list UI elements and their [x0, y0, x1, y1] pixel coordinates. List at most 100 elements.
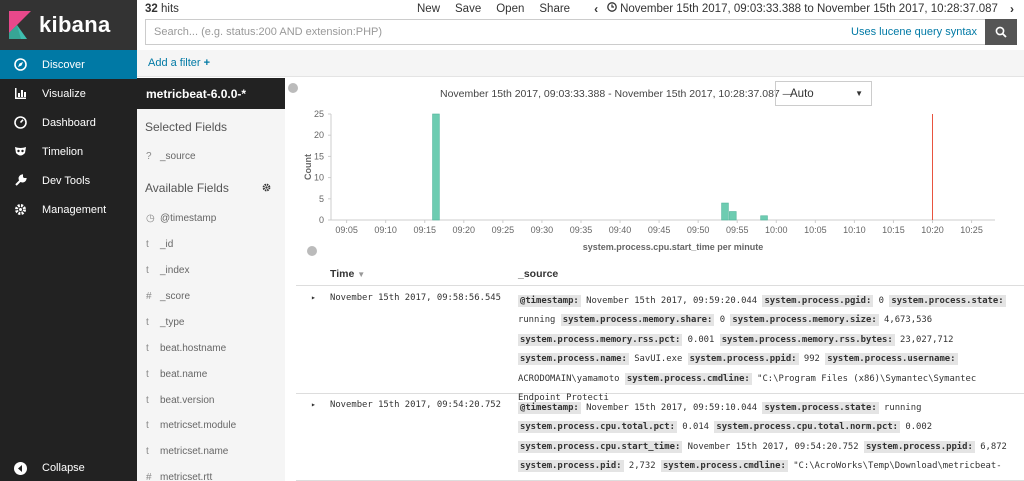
add-filter-link[interactable]: Add a filter: [148, 57, 201, 69]
field-type-icon: t: [146, 239, 149, 251]
field-name: beat.hostname: [160, 342, 227, 354]
available-fields-title: Available Fields: [145, 180, 229, 195]
bar-chart-icon: [13, 87, 27, 101]
nav-item-label: Dev Tools: [42, 174, 91, 187]
field-name: beat.version: [160, 394, 215, 406]
source-field-key: system.process.cpu.start_time:: [518, 440, 683, 453]
expand-row-icon[interactable]: ▸: [311, 400, 316, 409]
hits-count: 32 hits: [137, 3, 417, 15]
collapse-button[interactable]: Collapse: [0, 455, 137, 481]
nav-list: Discover Visualize Dashboard Timelion Dev To…: [0, 50, 137, 224]
share-button[interactable]: Share: [539, 3, 570, 15]
field-type-icon: t: [146, 368, 149, 380]
field-item[interactable]: # metricset.rtt: [137, 465, 285, 481]
source-field-key: system.process.memory.rss.pct:: [518, 333, 683, 346]
nav-item-visualize[interactable]: Visualize: [0, 79, 137, 108]
source-field-value: running: [518, 315, 556, 326]
histogram-chart[interactable]: 0 5 10 15 20 25 09:05 09:10 09:15 09:20 09:25 09:30…: [295, 108, 1024, 258]
source-field-key: system.process.memory.rss.bytes:: [719, 333, 895, 346]
table-row[interactable]: ▸ November 15th 2017, 09:58:56.545 @timest…: [296, 287, 1024, 403]
source-field-value: 4,673,536: [884, 315, 933, 326]
source-field-key: system.process.memory.share:: [560, 314, 715, 327]
field-item[interactable]: t metricset.module: [137, 413, 285, 439]
field-item[interactable]: t beat.version: [137, 387, 285, 413]
field-item[interactable]: t _type: [137, 309, 285, 335]
hits-label: hits: [161, 2, 179, 15]
source-field-value: 0.001: [687, 334, 715, 345]
new-button[interactable]: New: [417, 3, 440, 15]
y-tick-label: 15: [314, 151, 324, 161]
field-name: _type: [160, 316, 185, 328]
clock-icon: [607, 2, 617, 15]
nav-item-label: Management: [42, 203, 107, 216]
source-field-value: November 15th 2017, 09:59:20.044: [586, 296, 758, 306]
x-axis-label: system.process.cpu.start_time per minute: [583, 242, 764, 252]
search-placeholder: Search... (e.g. status:200 AND extension…: [154, 26, 383, 38]
collapse-sidebar-icon[interactable]: [288, 83, 298, 93]
nav-item-discover[interactable]: Discover: [0, 50, 137, 79]
search-input[interactable]: Search... (e.g. status:200 AND extension…: [145, 19, 985, 45]
table-row[interactable]: ▸ November 15th 2017, 09:54:20.752 @timest…: [296, 394, 1024, 481]
nav-item-dashboard[interactable]: Dashboard: [0, 108, 137, 137]
field-item[interactable]: t _id: [137, 232, 285, 258]
source-field-key: system.process.pid:: [518, 460, 624, 473]
source-field-key: system.process.pgid:: [762, 295, 874, 307]
time-picker: ‹ November 15th 2017, 09:03:33.388 to No…: [587, 2, 1021, 16]
x-tick-label: 09:10: [374, 225, 397, 235]
field-item[interactable]: # _score: [137, 284, 285, 310]
lucene-syntax-link[interactable]: Uses lucene query syntax: [851, 26, 977, 38]
source-field-value: ACRODOMAIN\yamamoto: [518, 373, 620, 384]
kibana-logo-icon: [9, 11, 31, 39]
compass-icon: [13, 58, 27, 72]
time-column-header[interactable]: Time ▼: [330, 268, 365, 280]
save-button[interactable]: Save: [455, 3, 481, 15]
field-item[interactable]: t beat.name: [137, 361, 285, 387]
hits-number: 32: [145, 2, 158, 15]
source-field-value: running: [884, 403, 922, 413]
time-forward-icon[interactable]: ›: [1003, 2, 1021, 16]
index-pattern-selector[interactable]: metricbeat-6.0.0-*: [137, 78, 285, 109]
scroll-up-icon[interactable]: [307, 246, 317, 256]
filter-bar: Add a filter +: [137, 50, 1024, 77]
x-tick-label: 09:35: [570, 225, 593, 235]
selected-fields-title: Selected Fields: [145, 119, 228, 134]
mask-icon: [13, 145, 27, 159]
interval-select[interactable]: Auto ▼: [775, 81, 872, 106]
nav-item-timelion[interactable]: Timelion: [0, 137, 137, 166]
field-type-icon: ?: [146, 151, 152, 163]
x-tick-label: 09:30: [531, 225, 554, 235]
search-icon: [995, 26, 1007, 38]
field-item[interactable]: ? _source: [137, 144, 285, 170]
x-tick-label: 09:40: [609, 225, 632, 235]
source-field-key: system.process.username:: [825, 353, 958, 366]
field-name: _id: [160, 239, 174, 251]
source-field-value: 2,732: [628, 461, 656, 472]
source-field-value: SavUI.exe: [634, 354, 683, 365]
open-button[interactable]: Open: [496, 3, 524, 15]
field-sidebar: metricbeat-6.0.0-* Selected Fields ? _sou…: [137, 78, 285, 481]
nav-item-dev-tools[interactable]: Dev Tools: [0, 166, 137, 195]
search-button[interactable]: [985, 19, 1017, 45]
expand-row-icon[interactable]: ▸: [311, 293, 316, 302]
histogram-range-text: November 15th 2017, 09:03:33.388 - Novem…: [440, 88, 794, 100]
field-name: metricset.rtt: [160, 472, 213, 481]
kibana-logo[interactable]: kibana: [0, 0, 137, 50]
field-name: metricset.module: [160, 420, 237, 432]
source-field-key: system.process.cpu.total.pct:: [518, 421, 677, 434]
gear-icon[interactable]: [262, 181, 271, 195]
source-field-key: system.process.name:: [518, 353, 629, 366]
field-name: _index: [160, 265, 190, 277]
x-tick-label: 09:50: [687, 225, 710, 235]
nav-item-management[interactable]: Management: [0, 195, 137, 224]
collapse-icon: [13, 461, 27, 475]
field-item[interactable]: t metricset.name: [137, 439, 285, 465]
nav-item-label: Timelion: [42, 145, 84, 158]
plus-icon[interactable]: +: [204, 57, 210, 69]
field-type-icon: t: [146, 446, 149, 458]
time-range-button[interactable]: November 15th 2017, 09:03:33.388 to Nove…: [620, 3, 998, 15]
time-back-icon[interactable]: ‹: [587, 2, 605, 16]
field-item[interactable]: t beat.hostname: [137, 335, 285, 361]
field-item[interactable]: t _index: [137, 258, 285, 284]
field-item[interactable]: ◷ @timestamp: [137, 206, 285, 232]
field-name: _source: [160, 151, 196, 163]
